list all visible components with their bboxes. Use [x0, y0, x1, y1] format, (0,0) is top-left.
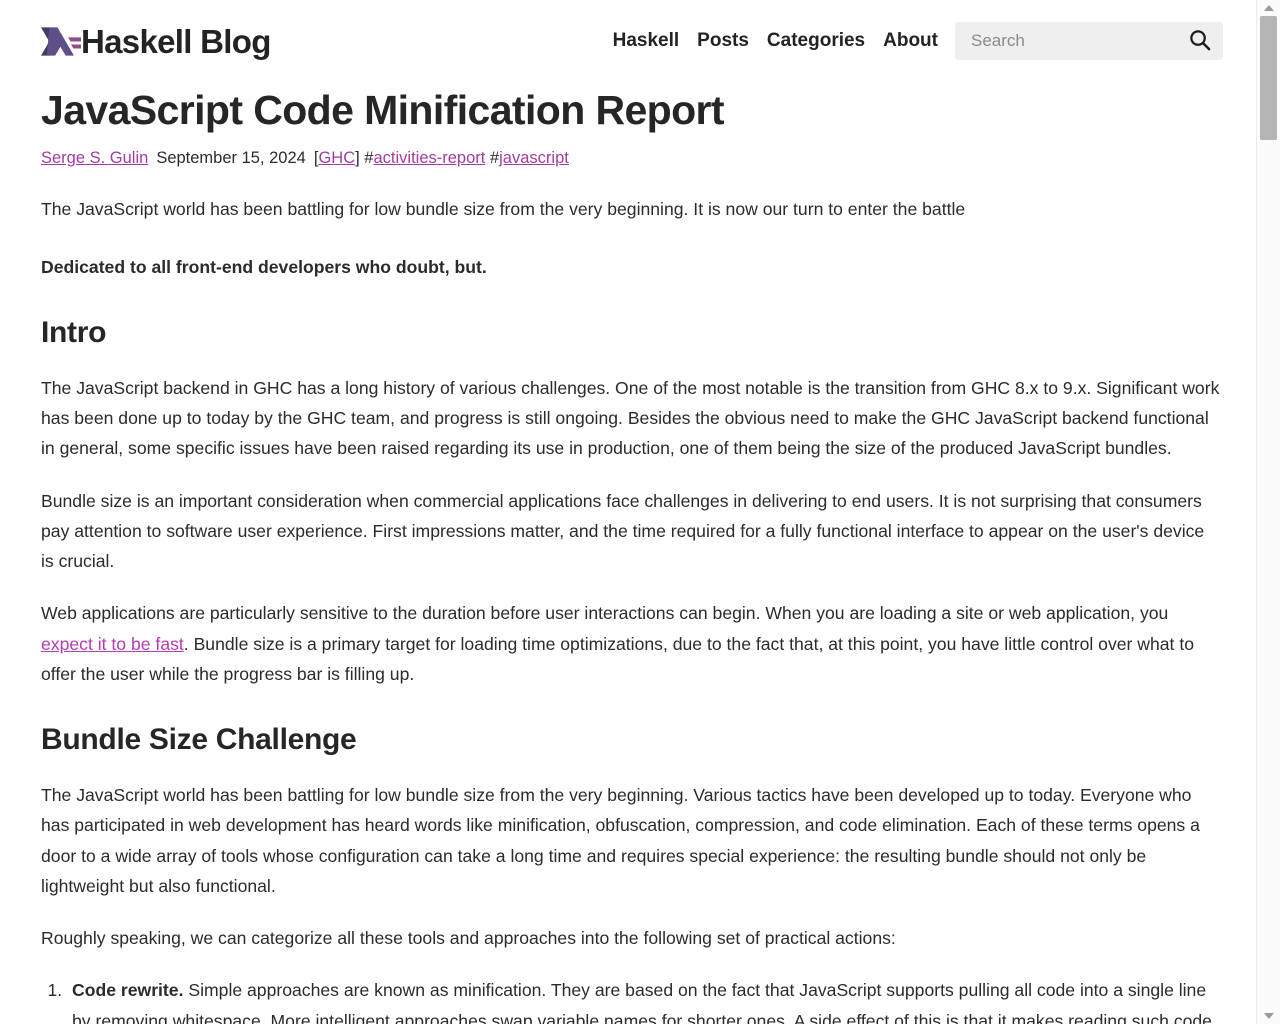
list-item: Code rewrite. Simple approaches are know… — [67, 975, 1220, 1024]
intro-paragraph-2: Bundle size is an important consideratio… — [41, 490, 1205, 572]
scroll-up-arrow-icon[interactable] — [1257, 0, 1280, 16]
intro-paragraph-3-before: Web applications are particularly sensit… — [41, 603, 1169, 624]
tag-link-activities-report[interactable]: activities-report — [373, 149, 485, 167]
nav-item-posts[interactable]: Posts — [697, 30, 749, 52]
tag-hash-2: # — [489, 148, 500, 167]
nav-link-haskell[interactable]: Haskell — [613, 30, 680, 51]
search-submit-button[interactable] — [1187, 28, 1212, 54]
post-date: September 15, 2024 — [156, 148, 306, 167]
header-nav-area: Haskell Posts Categories About — [613, 22, 1223, 60]
nav-link-about[interactable]: About — [883, 30, 938, 51]
page-content: Haskell Blog Haskell Posts Categories Ab… — [0, 0, 1256, 1024]
byline: Serge S. Gulin September 15, 2024 [GHC] #a… — [41, 148, 1220, 169]
list-item-term: Code rewrite. — [72, 980, 184, 1001]
bundle-paragraph-1: The JavaScript world has been battling f… — [41, 785, 1200, 896]
haskell-lambda-logo-icon — [41, 26, 81, 56]
search-icon — [1188, 28, 1211, 54]
category-link-ghc[interactable]: GHC — [318, 149, 355, 167]
nav-item-categories[interactable]: Categories — [767, 30, 865, 52]
bundle-paragraph-2: Roughly speaking, we can categorize all … — [41, 928, 896, 949]
dedication-paragraph: Dedicated to all front-end developers wh… — [41, 256, 487, 277]
intro-paragraph-1: The JavaScript backend in GHC has a long… — [41, 377, 1220, 459]
section-heading-intro: Intro — [41, 315, 107, 349]
nav-item-about[interactable]: About — [883, 30, 938, 52]
vertical-scrollbar[interactable] — [1256, 0, 1280, 1024]
scrollbar-thumb[interactable] — [1260, 16, 1277, 140]
practical-actions-list: Code rewrite. Simple approaches are know… — [41, 975, 1220, 1024]
browser-viewport: Haskell Blog Haskell Posts Categories Ab… — [0, 0, 1280, 1024]
nav-link-posts[interactable]: Posts — [697, 30, 749, 51]
nav-item-haskell[interactable]: Haskell — [613, 30, 680, 52]
scroll-down-arrow-icon[interactable] — [1257, 1008, 1280, 1024]
author-link[interactable]: Serge S. Gulin — [41, 149, 148, 167]
intro-paragraph-3: Web applications are particularly sensit… — [41, 598, 1220, 689]
category-bracket-close: ] — [355, 148, 360, 167]
blog-post: JavaScript Code Minification Report Serg… — [0, 87, 1256, 1024]
lead-paragraph: The JavaScript world has been battling f… — [41, 199, 966, 220]
inline-link-expect-it-to-be-fast[interactable]: expect it to be fast — [41, 634, 184, 654]
nav-link-categories[interactable]: Categories — [767, 30, 865, 51]
site-brand-link[interactable]: Haskell Blog — [41, 25, 271, 58]
search-box[interactable] — [955, 22, 1223, 60]
section-heading-bundle-size-challenge: Bundle Size Challenge — [41, 723, 357, 757]
tag-link-javascript[interactable]: javascript — [499, 149, 569, 167]
main-navigation: Haskell Posts Categories About — [613, 30, 938, 52]
search-input[interactable] — [969, 30, 1187, 52]
site-header: Haskell Blog Haskell Posts Categories Ab… — [0, 0, 1256, 78]
page-title: JavaScript Code Minification Report — [41, 87, 725, 133]
list-item-text: Simple approaches are known as minificat… — [72, 980, 1212, 1024]
intro-paragraph-3-after: . Bundle size is a primary target for lo… — [41, 633, 1195, 684]
site-title: Haskell Blog — [81, 22, 271, 60]
